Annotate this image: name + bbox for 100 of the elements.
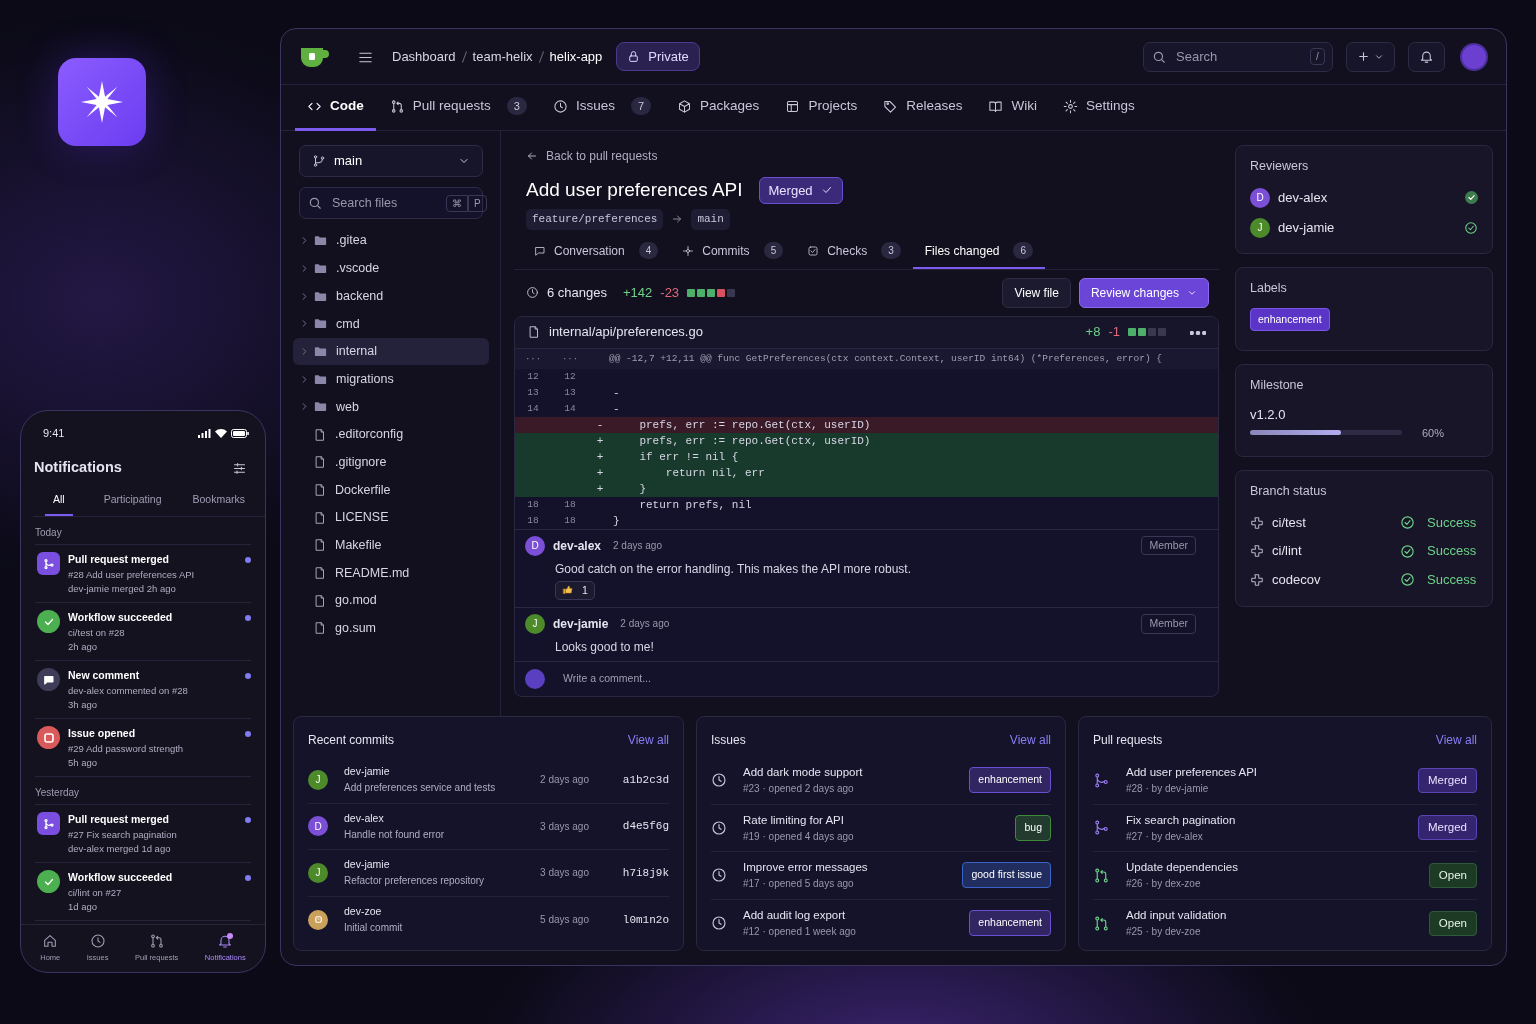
folder-item[interactable]: .vscode xyxy=(293,254,489,283)
view-file-button[interactable]: View file xyxy=(1002,277,1071,308)
repo-tab[interactable]: Pull requests 3 xyxy=(377,84,539,131)
table-icon xyxy=(785,98,801,114)
breadcrumb-link[interactable]: team-helix xyxy=(472,46,533,67)
label-tag: good first issue xyxy=(962,862,1051,889)
diff-sign: + xyxy=(595,465,605,481)
notification-detail: #29 Add password strength xyxy=(68,742,185,756)
tab[interactable]: Participating xyxy=(103,483,162,517)
code-line: - xyxy=(612,401,621,417)
file-item[interactable]: README.md xyxy=(293,559,489,587)
reaction-button[interactable]: 1 xyxy=(555,580,595,601)
search-input[interactable]: Search xyxy=(1174,45,1294,68)
diff-sign: + xyxy=(595,449,605,465)
user-avatar[interactable] xyxy=(1460,42,1488,71)
line-number: 18 xyxy=(563,497,577,512)
thumbs-up-icon xyxy=(562,584,574,597)
progress-percent: 60% xyxy=(1422,425,1445,441)
tab[interactable]: All xyxy=(45,483,73,517)
repo-tab[interactable]: Releases xyxy=(871,84,975,131)
repo-tab[interactable]: Packages xyxy=(665,84,772,131)
file-search-input[interactable]: Search files xyxy=(330,192,430,214)
view-all-link[interactable]: View all xyxy=(627,731,669,749)
bell-icon xyxy=(1419,49,1434,64)
view-all-link[interactable]: View all xyxy=(1435,731,1477,749)
pr-tab[interactable]: Commits 5 xyxy=(670,234,796,269)
search-icon xyxy=(1152,49,1166,64)
code-line: - xyxy=(612,385,621,401)
file-icon xyxy=(313,510,327,525)
issue-icon xyxy=(711,772,727,789)
repo-tab[interactable]: Projects xyxy=(773,84,870,131)
check-name: ci/lint xyxy=(1272,542,1303,561)
file-item[interactable]: go.sum xyxy=(293,614,489,643)
pr-tab[interactable]: Conversation 4 xyxy=(522,234,671,269)
breadcrumb-link[interactable]: Dashboard xyxy=(392,46,456,67)
file-item[interactable]: .gitignore xyxy=(293,448,489,477)
changes-count: 6 changes xyxy=(547,283,607,302)
issue-icon xyxy=(711,867,727,884)
app-icon[interactable] xyxy=(58,58,146,146)
repo-tab[interactable]: Wiki xyxy=(976,84,1049,131)
more-icon xyxy=(1190,330,1206,335)
view-all-link[interactable]: View all xyxy=(1009,731,1051,749)
label-tag: enhancement xyxy=(969,767,1051,794)
review-button[interactable]: Review changes xyxy=(1078,277,1209,308)
folder-item[interactable]: migrations xyxy=(293,365,489,394)
folder-item[interactable]: backend xyxy=(293,282,489,311)
card-title: Recent commits xyxy=(308,732,395,749)
issue-title: Add audit log export xyxy=(743,908,847,924)
branch-select[interactable]: main xyxy=(299,145,483,177)
file-item[interactable]: Dockerfile xyxy=(293,476,489,504)
reviewer-name: dev-jamie xyxy=(1278,219,1336,237)
check-status: Success xyxy=(1427,542,1477,561)
issue-meta: #17 · opened 5 days ago xyxy=(743,877,855,892)
file-item[interactable]: LICENSE xyxy=(293,503,489,532)
folder-item[interactable]: .gitea xyxy=(293,227,489,255)
tab[interactable]: Bookmarks xyxy=(192,483,245,517)
pr-meta: #28 · by dev-jamie xyxy=(1126,782,1210,797)
folder-item[interactable]: cmd xyxy=(293,310,489,338)
back-link[interactable]: Back to pull requests xyxy=(526,147,658,165)
additions-count: +8 xyxy=(1085,323,1101,342)
folder-item[interactable]: web xyxy=(293,393,489,421)
tab-count: 3 xyxy=(506,96,527,116)
repo-tab[interactable]: Issues 7 xyxy=(540,84,664,131)
comment-time: 2 days ago xyxy=(613,539,662,553)
card-title: Milestone xyxy=(1250,377,1305,395)
diffstat-icon xyxy=(687,288,736,297)
line-number: 18 xyxy=(526,497,540,512)
shortcut-key: P xyxy=(468,194,487,212)
file-icon xyxy=(313,566,327,581)
state-tag: Open xyxy=(1428,910,1477,936)
file-item[interactable]: go.mod xyxy=(293,586,489,615)
file-item[interactable]: .editorconfig xyxy=(293,420,489,449)
line-number: 12 xyxy=(563,369,577,384)
search-icon xyxy=(308,196,322,210)
folder-item[interactable]: internal xyxy=(293,337,489,366)
file-path: internal/api/preferences.go xyxy=(549,323,703,342)
file-icon xyxy=(313,483,327,498)
pull-request-icon xyxy=(148,933,165,950)
search-bar[interactable]: Search / xyxy=(1143,41,1333,72)
file-icon xyxy=(527,325,541,339)
comment-time: 2 days ago xyxy=(620,617,670,632)
notifications-button[interactable] xyxy=(1408,41,1445,72)
commit-sha: a1b2c3d xyxy=(621,772,669,788)
additions-count: +142 xyxy=(623,283,653,302)
screen-title: Notifications xyxy=(34,458,122,477)
commit-time: 2 days ago xyxy=(540,773,589,788)
repo-tab[interactable]: Settings xyxy=(1050,84,1147,131)
repo-tab[interactable]: Code xyxy=(295,84,376,131)
comment-field[interactable]: Write a comment... xyxy=(561,670,861,688)
status-time: 9:41 xyxy=(43,426,65,441)
breadcrumb-link[interactable]: helix-app xyxy=(549,46,603,67)
notification-title: New comment xyxy=(68,668,141,684)
avatar: D xyxy=(1250,187,1270,208)
file-icon xyxy=(313,455,327,470)
pr-tab[interactable]: Files changed 6 xyxy=(912,234,1046,269)
pr-tab[interactable]: Checks 3 xyxy=(795,234,913,269)
file-item[interactable]: Makefile xyxy=(293,531,489,560)
clock-icon xyxy=(552,98,568,114)
issue-meta: #19 · opened 4 days ago xyxy=(743,829,855,844)
label-tag: bug xyxy=(1015,814,1051,841)
